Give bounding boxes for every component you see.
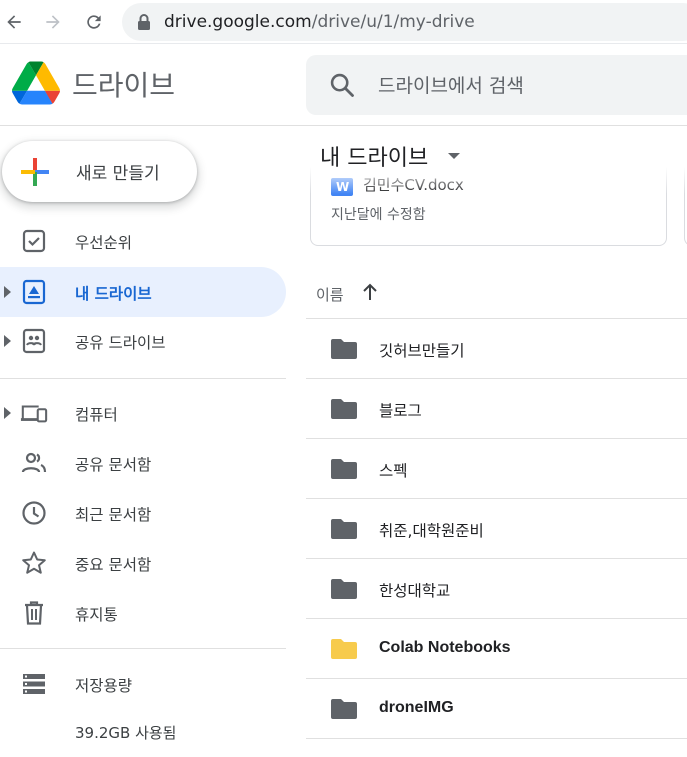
sidebar-item-label: 컴퓨터 [75,406,118,424]
file-row[interactable]: 스펙 [306,438,687,498]
expand-caret-icon[interactable] [4,335,11,347]
file-row[interactable]: 한성대학교 [306,558,687,618]
sidebar-item-label: 중요 문서함 [75,556,152,574]
address-bar[interactable]: drive.google.com/drive/u/1/my-drive [122,3,687,41]
sidebar-item-label: 공유 드라이브 [75,334,166,352]
plus-icon [21,158,49,186]
sidebar-item-label: 저장용량 [75,677,133,695]
file-row[interactable]: 깃허브만들기 [306,318,687,378]
computers-icon [20,405,48,423]
sidebar-item-computers[interactable]: 컴퓨터 [0,388,286,438]
new-button-label: 새로 만들기 [76,164,160,184]
header-divider [0,125,687,126]
sidebar-item-label: 휴지통 [75,606,118,624]
sidebar-item-storage[interactable]: 저장용량 [0,659,286,709]
sidebar-item-priority[interactable]: 우선순위 [0,216,286,266]
sidebar-item-trash[interactable]: 휴지통 [0,588,286,638]
storage-icon [23,674,45,694]
sidebar-divider [0,378,286,379]
file-name: 한성대학교 [379,582,451,600]
my-drive-icon [22,279,46,305]
caret-down-icon[interactable] [448,153,460,159]
folder-icon [331,399,357,419]
forward-button[interactable] [39,8,67,36]
search-icon[interactable] [328,71,356,99]
arrow-right-icon [46,15,60,29]
reload-icon [87,15,101,29]
file-name: 취준,대학원준비 [379,522,484,540]
clock-icon [22,501,46,525]
docs-file-icon: W [331,178,353,196]
column-name-header[interactable]: 이름 [316,284,344,305]
expand-caret-icon[interactable] [4,407,11,419]
arrow-left-icon [7,15,21,29]
sidebar-item-recent[interactable]: 최근 문서함 [0,488,286,538]
folder-icon [331,579,357,599]
storage-used-text: 39.2GB 사용됨 [75,724,177,742]
folder-icon [331,459,357,479]
file-name: 블로그 [379,402,422,420]
priority-check-icon [22,229,46,253]
trash-icon [25,601,43,625]
sidebar-item-label: 공유 문서함 [75,456,152,474]
file-name: Colab Notebooks [379,639,511,656]
suggested-file-name: 김민수CV.docx [363,176,464,194]
file-row[interactable]: droneIMG [306,678,687,738]
file-row[interactable]: 블로그 [306,378,687,438]
lock-icon [138,14,150,30]
sidebar-divider [0,648,286,649]
drive-logo-icon [12,61,60,105]
folder-icon [331,699,357,719]
star-icon [22,551,46,574]
browser-toolbar: drive.google.com/drive/u/1/my-drive [0,0,687,44]
back-button[interactable] [0,8,28,36]
search-box[interactable]: 드라이브에서 검색 [306,55,687,115]
sidebar-item-label: 우선순위 [75,234,133,252]
folder-icon [331,339,357,359]
search-input[interactable]: 드라이브에서 검색 [378,71,524,98]
shared-drive-icon [22,328,46,354]
expand-caret-icon[interactable] [4,286,11,298]
sidebar-item-shared-drives[interactable]: 공유 드라이브 [0,316,286,366]
sidebar-item-label: 내 드라이브 [75,285,152,303]
folder-icon [331,519,357,539]
page-title[interactable]: 내 드라이브 [320,140,428,172]
app-title: 드라이브 [72,70,176,101]
sidebar-item-my-drive[interactable]: 내 드라이브 [0,267,286,317]
file-name: 스펙 [379,462,408,480]
sidebar-item-shared-with-me[interactable]: 공유 문서함 [0,438,286,488]
new-button[interactable]: 새로 만들기 [2,141,197,202]
shared-with-me-icon [21,452,47,473]
list-divider [306,738,687,739]
sidebar-item-starred[interactable]: 중요 문서함 [0,538,286,588]
file-name: droneIMG [379,699,454,716]
file-name: 깃허브만들기 [379,342,465,360]
file-row[interactable]: Colab Notebooks [306,618,687,678]
suggested-file-modified: 지난달에 수정함 [331,207,426,223]
reload-button[interactable] [80,8,108,36]
arrow-up-icon[interactable] [360,282,380,302]
suggested-file-card[interactable]: W 김민수CV.docx 지난달에 수정함 [310,160,667,246]
folder-icon [331,639,357,659]
file-row[interactable]: 취준,대학원준비 [306,498,687,558]
sidebar-item-label: 최근 문서함 [75,506,152,524]
file-list-header: 이름 [306,266,687,318]
url-text: drive.google.com/drive/u/1/my-drive [164,12,475,32]
